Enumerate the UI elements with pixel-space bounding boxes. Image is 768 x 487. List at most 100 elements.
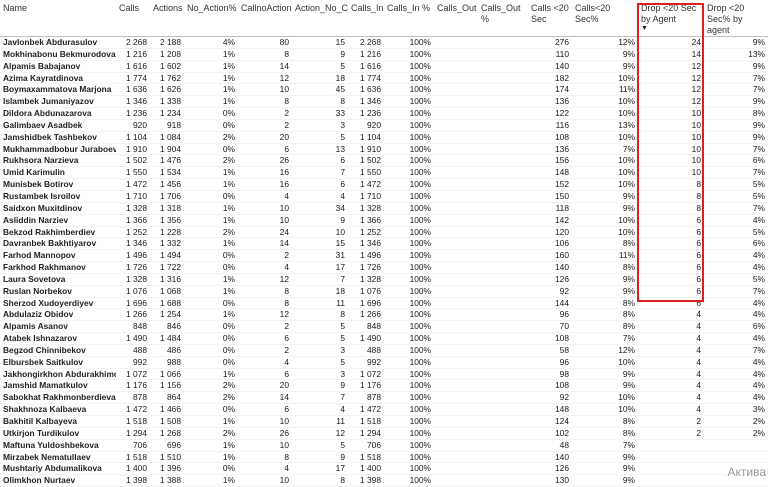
table-row[interactable]: Atabek Ishnazarov 1 490 1 484 0% 6 5 1 490 100%… bbox=[0, 332, 768, 345]
table-row[interactable]: Islambek Jumaniyazov 1 346 1 338 1% 8 8 1 346 1… bbox=[0, 95, 768, 109]
table-row[interactable]: Farhod Mannopov 1 496 1 494 0% 2 31 1 496 100% 1… bbox=[0, 249, 768, 263]
table-cell: 1% bbox=[184, 95, 238, 109]
agent-name-cell: Galimbaev Asadbek bbox=[0, 119, 116, 132]
column-header[interactable]: Action_No_Call bbox=[292, 0, 348, 37]
table-cell: 10% bbox=[572, 403, 638, 416]
column-header-label: No_Action% bbox=[187, 3, 237, 13]
table-row[interactable]: Elbursbek Saitkulov 992 988 0% 4 5 992 100% 96 10… bbox=[0, 356, 768, 369]
table-row[interactable]: Begzod Chinnibekov 488 486 0% 2 3 488 100% 58 12%… bbox=[0, 344, 768, 357]
table-row[interactable]: Saidxon Muxitdinov 1 328 1 318 1% 10 34 1 328 1… bbox=[0, 202, 768, 215]
table-row[interactable]: Maftuna Yuldoshbekova 706 696 1% 10 5 706 100% 4… bbox=[0, 439, 768, 452]
table-cell bbox=[434, 308, 478, 322]
table-row[interactable]: Jakhongirkhon Abdurakhimov 1 072 1 066 1% 6 3… bbox=[0, 368, 768, 381]
column-header[interactable]: Calls_Out % bbox=[478, 0, 528, 37]
table-row[interactable]: Asliddin Narziev 1 366 1 356 1% 10 9 1 366 100%… bbox=[0, 214, 768, 227]
table-cell: 15 bbox=[292, 237, 348, 251]
table-row[interactable]: Ruslan Norbekov 1 076 1 068 1% 8 18 1 076 100% 9… bbox=[0, 285, 768, 298]
table-row[interactable]: Laura Sovetova 1 328 1 316 1% 12 7 1 328 100% 12… bbox=[0, 273, 768, 286]
table-row[interactable]: Sherzod Xudoyerdiyev 1 696 1 688 0% 8 11 1 696… bbox=[0, 297, 768, 310]
column-header[interactable]: Calls <20 Sec bbox=[528, 0, 572, 37]
table-row[interactable]: Munisbek Botirov 1 472 1 456 1% 16 6 1 472 100%… bbox=[0, 178, 768, 191]
table-cell bbox=[478, 95, 528, 109]
column-header[interactable]: Name bbox=[0, 0, 116, 37]
table-cell: 1 774 bbox=[348, 72, 384, 85]
table-row[interactable]: Mushtariy Abdumalikova 1 400 1 396 0% 4 17 1 4… bbox=[0, 462, 768, 476]
table-row[interactable]: Alpamis Babajanov 1 616 1 602 1% 14 5 1 616 100… bbox=[0, 60, 768, 73]
table-cell: 4% bbox=[704, 249, 768, 263]
table-row[interactable]: Galimbaev Asadbek 920 918 0% 2 3 920 100% 116 13%… bbox=[0, 119, 768, 132]
table-row[interactable]: Davranbek Bakhtiyarov 1 346 1 332 1% 14 15 1 3… bbox=[0, 237, 768, 251]
table-row[interactable]: Bekzod Rakhimberdiev 1 252 1 228 2% 24 10 1 25… bbox=[0, 226, 768, 239]
table-cell: 1 076 bbox=[348, 285, 384, 298]
table-row[interactable]: Dildora Abdunazarova 1 236 1 234 0% 2 33 1 236… bbox=[0, 107, 768, 120]
table-cell: 8% bbox=[572, 261, 638, 274]
table-row[interactable]: Mukhammadbobur Juraboev 1 910 1 904 0% 6 13 1 … bbox=[0, 143, 768, 156]
table-row[interactable]: Javlonbek Abdurasulov 2 268 2 188 4% 80 15 2 2… bbox=[0, 36, 768, 49]
table-cell: 9% bbox=[572, 60, 638, 73]
agent-name-cell: Utkirjon Turdikulov bbox=[0, 427, 116, 440]
table-cell: 100% bbox=[384, 415, 434, 428]
table-row[interactable]: Rukhsora Narzieva 1 502 1 476 2% 26 6 1 502 100… bbox=[0, 154, 768, 168]
column-header[interactable]: Calls<20 Sec% bbox=[572, 0, 638, 37]
table-row[interactable]: Jamshid Mamatkulov 1 176 1 156 2% 20 9 1 176 10… bbox=[0, 379, 768, 393]
table-cell: 1 328 bbox=[348, 273, 384, 286]
column-header[interactable]: CallnoAction bbox=[238, 0, 292, 37]
table-cell: 1 400 bbox=[116, 462, 150, 476]
table-cell: 1 400 bbox=[348, 462, 384, 476]
table-cell: 2 bbox=[238, 344, 292, 357]
table-cell: 1 268 bbox=[150, 427, 184, 440]
table-row[interactable]: Bakhitil Kalbayeva 1 518 1 508 1% 10 11 1 518 1… bbox=[0, 415, 768, 428]
column-header[interactable]: Actions bbox=[150, 0, 184, 37]
column-header[interactable]: No_Action% bbox=[184, 0, 238, 37]
table-cell: 100% bbox=[384, 427, 434, 440]
table-cell: 1% bbox=[184, 285, 238, 298]
table-row[interactable]: Boymaxammatova Marjona 1 636 1 626 1% 10 45 1 … bbox=[0, 83, 768, 97]
table-row[interactable]: Mirzabek Nematullaev 1 518 1 510 1% 8 9 1 518 1… bbox=[0, 451, 768, 464]
table-cell: 108 bbox=[528, 332, 572, 345]
column-header[interactable]: Calls_Out bbox=[434, 0, 478, 37]
table-cell: 9% bbox=[572, 273, 638, 286]
table-cell: 108 bbox=[528, 379, 572, 393]
table-row[interactable]: Alpamis Asanov 848 846 0% 2 5 848 100% 70 8% 4 6% bbox=[0, 320, 768, 334]
table-cell: 6 bbox=[638, 273, 704, 286]
table-cell: 1% bbox=[184, 214, 238, 227]
table-cell: 100% bbox=[384, 297, 434, 310]
table-cell bbox=[434, 332, 478, 345]
column-header[interactable]: Calls_In % bbox=[384, 0, 434, 37]
table-cell: 12% bbox=[572, 36, 638, 49]
table-cell: 4 bbox=[638, 391, 704, 405]
table-row[interactable]: Mokhinabonu Bekmurodova 1 216 1 208 1% 8 9 1 2… bbox=[0, 48, 768, 61]
column-header[interactable]: Calls_In bbox=[348, 0, 384, 37]
column-header[interactable]: Drop <20 Sec% by agent bbox=[704, 0, 768, 37]
table-cell: 100% bbox=[384, 131, 434, 144]
table-cell: 2 bbox=[238, 249, 292, 263]
table-cell: 1 490 bbox=[116, 332, 150, 345]
table-row[interactable]: Umid Karimulin 1 550 1 534 1% 16 7 1 550 100% 14… bbox=[0, 166, 768, 180]
table-row[interactable]: Shakhnoza Kalbaeva 1 472 1 466 0% 6 4 1 472 100… bbox=[0, 403, 768, 416]
table-row[interactable]: Sabokhat Rakhmonberdieva 878 864 2% 14 7 878 10… bbox=[0, 391, 768, 405]
table-cell: 1 496 bbox=[116, 249, 150, 263]
table-row[interactable]: Utkirjon Turdikulov 1 294 1 268 2% 26 12 1 294… bbox=[0, 427, 768, 440]
table-cell bbox=[434, 451, 478, 464]
table-cell: 126 bbox=[528, 273, 572, 286]
table-row[interactable]: Abdulaziz Obidov 1 266 1 254 1% 12 8 1 266 100%… bbox=[0, 308, 768, 322]
table-row[interactable]: Azima Kayratdinova 1 774 1 762 1% 12 18 1 774 1… bbox=[0, 72, 768, 85]
table-cell: 182 bbox=[528, 72, 572, 85]
column-header[interactable]: Drop <20 Sec by Agent ▼ bbox=[638, 0, 704, 37]
table-row[interactable]: Rustambek Isroilov 1 710 1 706 0% 4 4 1 710 100… bbox=[0, 190, 768, 203]
table-row[interactable]: Farkhod Rakhmanov 1 726 1 722 0% 4 17 1 726 100… bbox=[0, 261, 768, 274]
table-cell: 9% bbox=[572, 285, 638, 298]
table-cell: 1 328 bbox=[348, 202, 384, 215]
table-cell: 1 518 bbox=[116, 415, 150, 428]
column-header-label: Drop <20 Sec% by agent bbox=[707, 3, 745, 35]
table-cell: 12 bbox=[292, 427, 348, 440]
table-cell: 7 bbox=[292, 391, 348, 405]
table-cell: 4 bbox=[638, 403, 704, 416]
table-cell: 1 068 bbox=[150, 285, 184, 298]
table-row[interactable]: Jamshidbek Tashbekov 1 104 1 084 2% 20 5 1 104… bbox=[0, 131, 768, 144]
agent-name-cell: Jakhongirkhon Abdurakhimov bbox=[0, 368, 116, 381]
table-cell bbox=[434, 202, 478, 215]
table-cell: 3% bbox=[704, 403, 768, 416]
column-header[interactable]: Calls bbox=[116, 0, 150, 37]
table-row[interactable]: Olimkhon Nurtaev 1 398 1 388 1% 10 8 1 398 100%… bbox=[0, 474, 768, 487]
